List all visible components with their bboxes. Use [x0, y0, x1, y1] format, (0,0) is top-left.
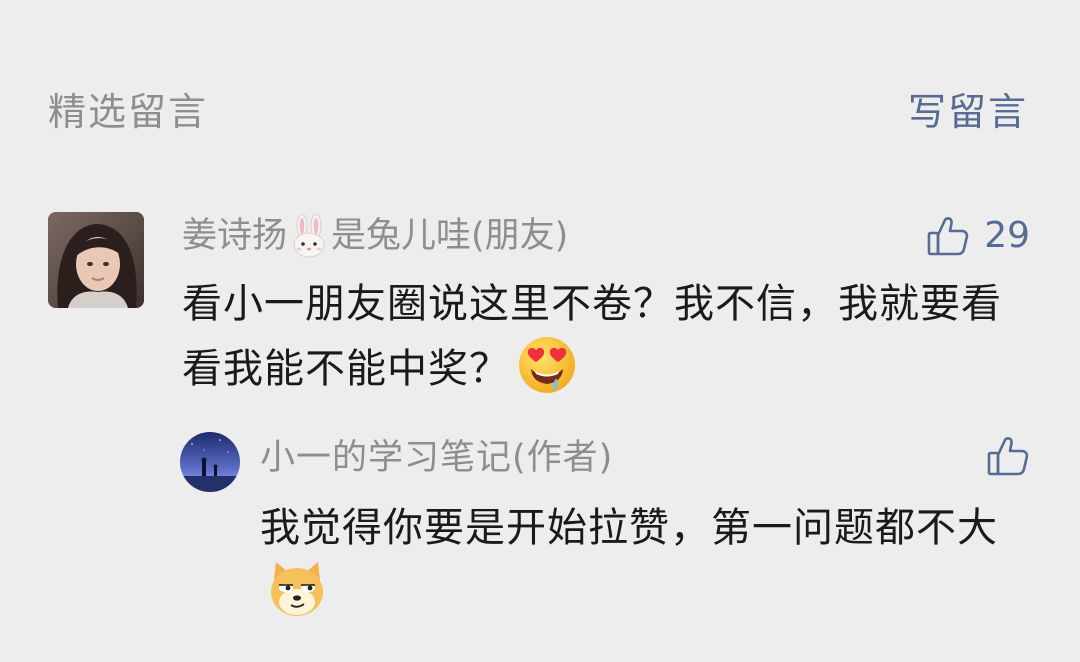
- doge-emoji-icon: [266, 558, 328, 620]
- reply-header: 小一的学习笔记(作者): [260, 430, 1030, 486]
- heart-eyes-emoji-icon: [516, 334, 578, 396]
- selected-comments-header: 精选留言 写留言: [48, 84, 1028, 140]
- nickname-part: 姜诗扬: [182, 216, 288, 256]
- reply-text: 我觉得你要是开始拉赞，第一问题都不大: [260, 505, 998, 551]
- nickname-part: 是兔儿哇(朋友): [331, 216, 569, 256]
- author-avatar[interactable]: [180, 432, 240, 492]
- reply-like-button[interactable]: [986, 434, 1030, 478]
- comment-nickname[interactable]: 姜诗扬 是兔儿哇(朋友): [182, 210, 568, 262]
- reply-body: 小一的学习笔记(作者) 我觉得你要是开始拉赞，第一问题都不大: [260, 430, 1030, 623]
- like-button[interactable]: 29: [926, 210, 1030, 262]
- section-title: 精选留言: [48, 90, 209, 134]
- comment-content: 看小一朋友圈说这里不卷？我不信，我就要看看我能不能中奖？: [182, 274, 1030, 399]
- rabbit-face-icon: [289, 213, 329, 258]
- thumbs-up-icon: [927, 217, 969, 256]
- comment-body: 姜诗扬 是兔儿哇(朋友) 29 看小一朋友圈说这里不卷？我不信，我就要看看我能不…: [182, 210, 1030, 399]
- comment-header: 姜诗扬 是兔儿哇(朋友) 29: [182, 210, 1030, 262]
- comment-text: 看小一朋友圈说这里不卷？我不信，我就要看看我能不能中奖？: [182, 281, 1002, 392]
- author-nickname[interactable]: 小一的学习笔记(作者): [260, 430, 613, 486]
- like-count: 29: [984, 215, 1030, 256]
- avatar[interactable]: [48, 212, 144, 308]
- write-comment-button[interactable]: 写留言: [908, 84, 1028, 140]
- reply-content: 我觉得你要是开始拉赞，第一问题都不大: [260, 498, 1030, 623]
- thumbs-up-icon: [987, 437, 1029, 476]
